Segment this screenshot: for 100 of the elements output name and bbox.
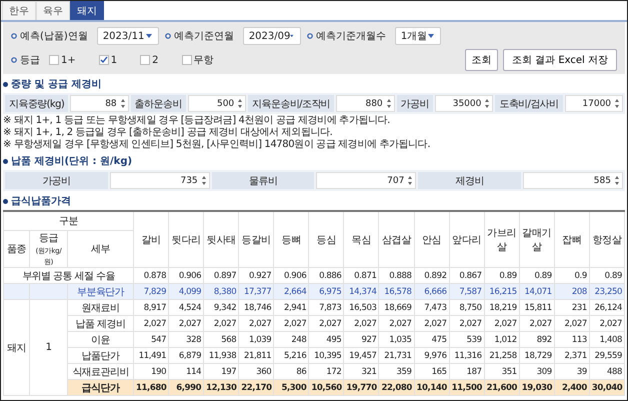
table-cell: 7,587 bbox=[449, 284, 484, 300]
table-cell: 5,216 bbox=[274, 348, 309, 364]
spinner-icon bbox=[386, 99, 391, 108]
table-cell: 14,071 bbox=[519, 284, 554, 300]
table-cell: 6,975 bbox=[308, 284, 344, 300]
table-cell: 328 bbox=[168, 332, 204, 348]
checkbox-label: 1+ bbox=[61, 54, 76, 66]
column-header: 갈매기살 bbox=[519, 211, 554, 268]
spinner-icon bbox=[614, 176, 619, 185]
checkbox[interactable] bbox=[98, 55, 109, 65]
number-field[interactable]: 880 bbox=[336, 95, 395, 112]
table-cell: 21,258 bbox=[484, 348, 520, 364]
row-label: 급식단가 bbox=[68, 380, 134, 396]
table-cell: 4,524 bbox=[168, 300, 204, 316]
table-cell: 2,027 bbox=[344, 316, 379, 332]
checkbox-label: 1 bbox=[110, 54, 118, 66]
table-cell: 4,099 bbox=[168, 284, 204, 300]
table-cell: 26,124 bbox=[589, 300, 624, 316]
number-field[interactable]: 500 bbox=[188, 95, 246, 112]
spinner-icon bbox=[615, 99, 620, 108]
button[interactable]: 조회 결과 Excel 저장 bbox=[502, 49, 617, 71]
table-cell: 495 bbox=[308, 332, 344, 348]
table-cell: 18,729 bbox=[519, 348, 554, 364]
spinner-icon bbox=[238, 99, 242, 108]
table-cell: 475 bbox=[414, 332, 450, 348]
table-cell: 2,027 bbox=[168, 316, 204, 332]
dropdown[interactable]: 2023/09 bbox=[242, 27, 301, 45]
bullet-icon bbox=[11, 33, 17, 39]
note-text: ※ 돼지 1+, 1, 2 등급일 경우 [출하운송비] 공급 제경비 대상에서 제외됩니다. bbox=[3, 127, 334, 139]
table-cell: 1,035 bbox=[378, 332, 414, 348]
field-label: 지육운송비/조작비 bbox=[248, 95, 334, 112]
row-label: 이윤 bbox=[68, 332, 134, 348]
number-field[interactable]: 707 bbox=[316, 172, 416, 189]
table-cell: 9,976 bbox=[414, 348, 450, 364]
section-title: 급식납품가격 bbox=[11, 195, 71, 208]
spinner-icon bbox=[485, 99, 490, 108]
column-header: 등심 bbox=[308, 211, 344, 268]
checkbox-label: 2 bbox=[152, 54, 158, 66]
table-cell: 1 bbox=[30, 300, 68, 396]
bullet-icon bbox=[3, 158, 8, 164]
checkbox[interactable] bbox=[182, 55, 192, 65]
table-cell: 29,559 bbox=[589, 348, 624, 364]
table-cell: 1,039 bbox=[238, 332, 274, 348]
bullet-icon bbox=[306, 33, 313, 39]
row-label: 납품 제경비 bbox=[68, 316, 134, 332]
table-cell: 231 bbox=[554, 300, 590, 316]
checkbox-label: 무항 bbox=[194, 54, 214, 67]
table-cell: 2,027 bbox=[308, 316, 344, 332]
column-header: 갈비 bbox=[134, 211, 169, 268]
number-field[interactable]: 585 bbox=[523, 172, 623, 189]
table-cell: 2,371 bbox=[554, 348, 590, 364]
table-cell: 19,030 bbox=[519, 380, 554, 396]
dropdown[interactable]: 1개월 bbox=[394, 27, 441, 45]
table-cell: 22,080 bbox=[378, 380, 414, 396]
table-cell: 10,395 bbox=[308, 348, 344, 364]
column-header: 잡뼈 bbox=[554, 211, 590, 268]
table-cell: 21,731 bbox=[378, 348, 414, 364]
tab[interactable]: 한우 bbox=[2, 1, 36, 20]
table-cell: 18,746 bbox=[238, 300, 274, 316]
number-field[interactable]: 35000 bbox=[434, 95, 494, 112]
caret-icon bbox=[428, 34, 434, 38]
table-cell: 8,380 bbox=[204, 284, 239, 300]
table-cell: 7,829 bbox=[134, 284, 169, 300]
tab[interactable]: 육우 bbox=[36, 1, 70, 20]
table-cell: 15,811 bbox=[519, 300, 554, 316]
bullet-icon bbox=[3, 198, 8, 204]
table-cell: 17,377 bbox=[238, 284, 274, 300]
section-title: 납품 제경비(단위 : 원/kg) bbox=[11, 155, 132, 168]
column-header: 구분 bbox=[4, 211, 134, 230]
checkbox[interactable] bbox=[49, 55, 59, 65]
table-cell: 16,578 bbox=[378, 284, 414, 300]
table-cell: 2,941 bbox=[274, 300, 309, 316]
number-field[interactable]: 735 bbox=[110, 172, 210, 189]
table-cell: 10,140 bbox=[414, 380, 450, 396]
button[interactable]: 조회 bbox=[464, 49, 498, 71]
table-cell: 568 bbox=[204, 332, 239, 348]
table-cell: 16,215 bbox=[484, 284, 520, 300]
table-cell: 1,012 bbox=[484, 332, 520, 348]
column-header: 등뼈 bbox=[274, 211, 309, 268]
table-cell: 30,040 bbox=[589, 380, 624, 396]
table-cell: 8,750 bbox=[449, 300, 484, 316]
table-cell: 9,342 bbox=[204, 300, 239, 316]
column-header: 안심 bbox=[414, 211, 450, 268]
column-header: 항정살 bbox=[589, 211, 624, 268]
column-header: 삼겹살 bbox=[378, 211, 414, 268]
field-label: 지육중량(kg) bbox=[5, 95, 68, 112]
tab[interactable]: 돼지 bbox=[70, 1, 104, 20]
row-label: 부분육단가 bbox=[68, 284, 134, 300]
table-cell: 14,374 bbox=[344, 284, 379, 300]
number-field[interactable]: 88 bbox=[70, 95, 129, 112]
dropdown[interactable]: 2023/11 bbox=[96, 27, 159, 45]
field-label: 물류비 bbox=[212, 172, 314, 189]
bullet-icon bbox=[164, 33, 171, 39]
table-cell: 6,879 bbox=[168, 348, 204, 364]
checkbox[interactable] bbox=[140, 55, 150, 65]
table-cell: 2,027 bbox=[589, 316, 624, 332]
number-field[interactable]: 17000 bbox=[564, 95, 624, 112]
table-cell: 2,027 bbox=[238, 316, 274, 332]
table-cell: 16,503 bbox=[344, 300, 379, 316]
table-cell: 23,250 bbox=[589, 284, 624, 300]
